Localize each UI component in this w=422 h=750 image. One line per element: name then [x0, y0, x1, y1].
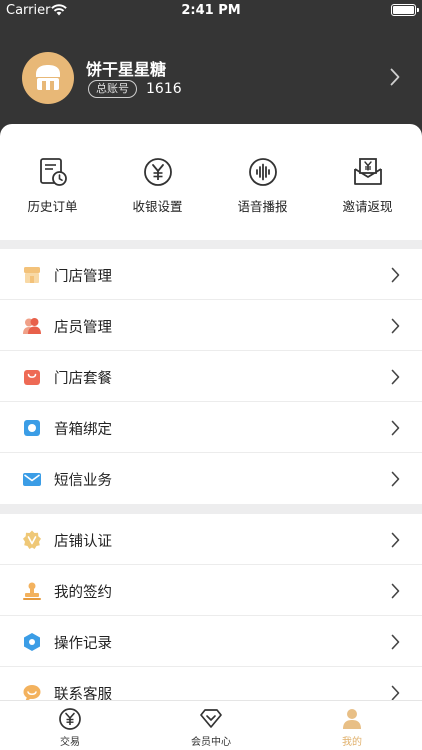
- tab-label: 会员中心: [191, 737, 231, 748]
- menu-group-account: 店铺认证 我的签约 操作记录 联系客服: [0, 514, 422, 718]
- menu-item-operation-log[interactable]: 操作记录: [0, 616, 422, 667]
- yen-tab-icon: [59, 708, 81, 730]
- person-tab-icon: [343, 709, 361, 729]
- invite-envelope-icon: [353, 158, 382, 185]
- battery-icon: [391, 4, 419, 16]
- tab-bar: 交易 会员中心 我的: [0, 700, 422, 750]
- menu-item-label: 门店套餐: [54, 371, 112, 387]
- package-bag-icon: [24, 370, 40, 385]
- chevron-right-icon: [391, 369, 400, 385]
- voice-wave-icon: [248, 158, 277, 186]
- avatar[interactable]: [22, 52, 74, 104]
- quick-action-label: 历史订单: [27, 199, 78, 214]
- quick-action-cashier-settings[interactable]: 收银设置: [105, 156, 210, 215]
- menu-item-label: 店员管理: [54, 320, 112, 336]
- menu-item-store-certification[interactable]: 店铺认证: [0, 514, 422, 565]
- menu-item-store-package[interactable]: 门店套餐: [0, 351, 422, 402]
- mail-icon: [23, 473, 41, 486]
- account-type-badge: 总账号: [88, 80, 137, 98]
- staff-icon: [23, 318, 41, 334]
- chevron-right-icon: [391, 318, 400, 334]
- menu-item-my-contract[interactable]: 我的签约: [0, 565, 422, 616]
- quick-action-label: 收银设置: [132, 199, 183, 214]
- menu-item-label: 短信业务: [54, 473, 112, 489]
- tab-trade[interactable]: 交易: [0, 707, 140, 748]
- clock: 2:41 PM: [181, 3, 241, 18]
- menu-item-label: 我的签约: [54, 585, 112, 601]
- chevron-right-icon[interactable]: [390, 68, 400, 86]
- speaker-icon: [24, 420, 40, 436]
- status-bar: Carrier 2:41 PM: [0, 0, 422, 22]
- account-number: 1616: [146, 81, 182, 97]
- chevron-right-icon: [391, 583, 400, 599]
- quick-actions: 历史订单 收银设置 语音播报 邀请返现: [0, 124, 422, 240]
- quick-action-order-history[interactable]: 历史订单: [0, 156, 105, 215]
- menu-group-store: 门店管理 店员管理 门店套餐 音箱绑定 短信业务: [0, 249, 422, 504]
- quick-action-label: 语音播报: [237, 199, 288, 214]
- menu-item-label: 门店管理: [54, 269, 112, 285]
- verified-badge-icon: [23, 530, 41, 549]
- hexagon-record-icon: [24, 633, 40, 651]
- menu-item-sms-service[interactable]: 短信业务: [0, 453, 422, 504]
- menu-item-label: 操作记录: [54, 636, 112, 652]
- tab-label: 交易: [60, 737, 80, 748]
- menu-item-store-management[interactable]: 门店管理: [0, 249, 422, 300]
- store-front-icon: [36, 65, 60, 90]
- quick-action-invite-cashback[interactable]: 邀请返现: [315, 156, 420, 215]
- chevron-right-icon: [391, 420, 400, 436]
- profile-row[interactable]: 饼干星星糖 总账号 1616: [0, 40, 422, 120]
- yen-circle-icon: [143, 158, 172, 186]
- menu-item-label: 音箱绑定: [54, 422, 112, 438]
- chevron-right-icon: [391, 532, 400, 548]
- menu-item-label: 店铺认证: [54, 534, 112, 550]
- menu-item-speaker-binding[interactable]: 音箱绑定: [0, 402, 422, 453]
- username: 饼干星星糖: [86, 60, 167, 79]
- store-icon: [24, 267, 40, 283]
- chevron-right-icon: [391, 634, 400, 650]
- diamond-tab-icon: [200, 709, 222, 728]
- tab-mine[interactable]: 我的: [282, 707, 422, 748]
- quick-action-voice-broadcast[interactable]: 语音播报: [210, 156, 315, 215]
- chevron-right-icon: [391, 267, 400, 283]
- chevron-right-icon: [391, 471, 400, 487]
- tab-member-center[interactable]: 会员中心: [141, 707, 281, 748]
- quick-action-label: 邀请返现: [342, 199, 393, 214]
- tab-label: 我的: [342, 737, 362, 748]
- seal-stamp-icon: [23, 582, 41, 600]
- order-history-icon: [39, 158, 67, 186]
- chevron-right-icon: [391, 685, 400, 701]
- menu-item-staff-management[interactable]: 店员管理: [0, 300, 422, 351]
